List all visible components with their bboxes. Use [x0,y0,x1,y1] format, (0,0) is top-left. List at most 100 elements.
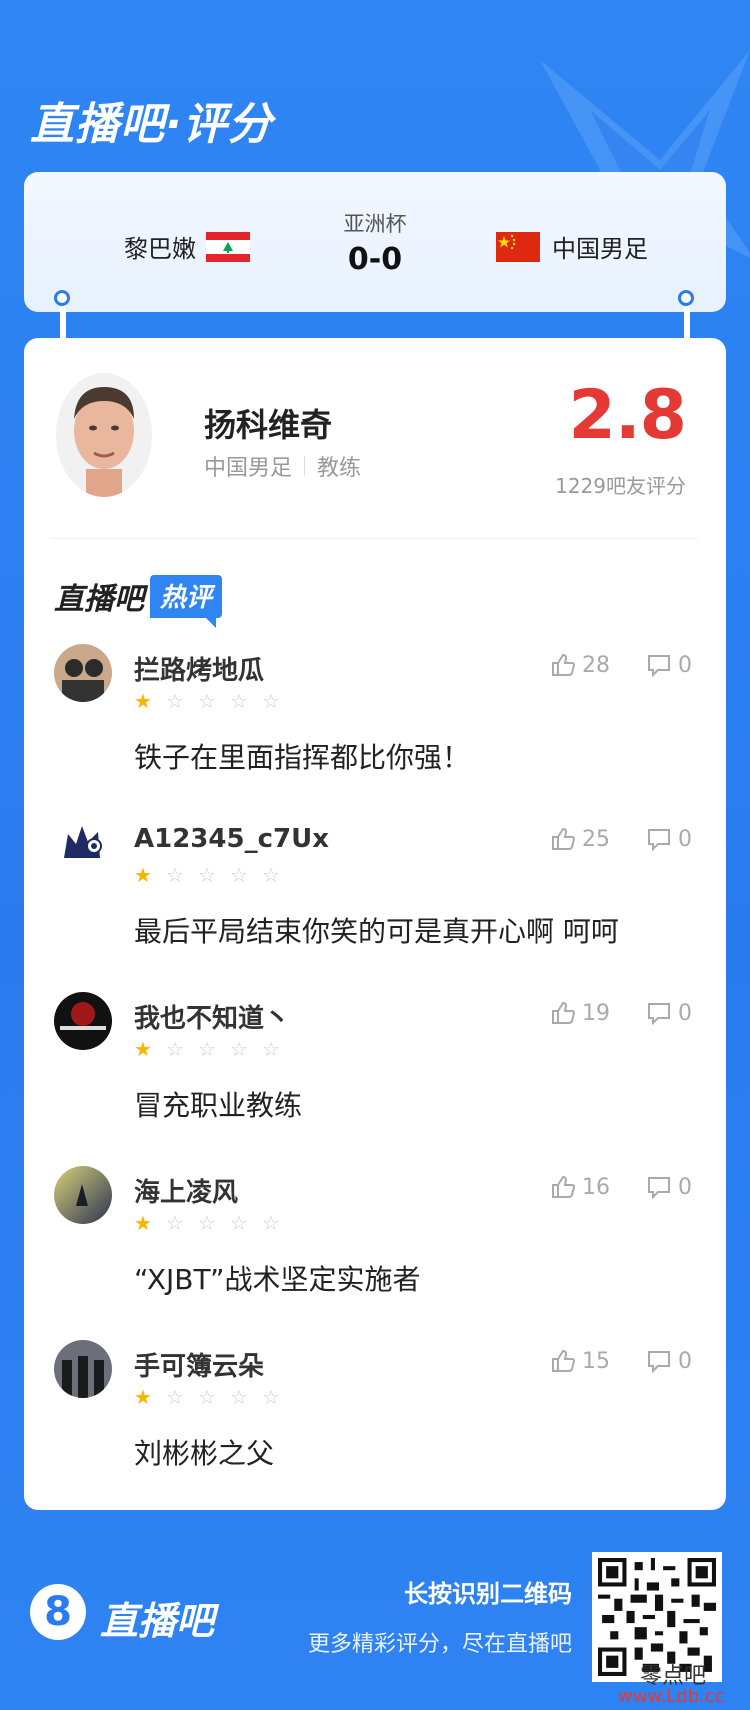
star-empty-icon: ☆ [262,863,280,887]
star-empty-icon: ☆ [262,1211,280,1235]
star-filled-icon: ★ [134,1037,152,1061]
comment-bubble-icon [648,1003,670,1026]
comment-bubble-icon [648,655,670,678]
star-empty-icon: ☆ [166,1211,184,1235]
like-button[interactable]: 15 [550,1348,610,1374]
star-empty-icon: ☆ [230,689,248,713]
coach-team: 中国男足 [204,456,293,481]
star-rating: ★ ☆ ☆ ☆ ☆ [134,1386,294,1408]
reply-count: 0 [678,652,692,678]
star-rating: ★ ☆ ☆ ☆ ☆ [134,1038,294,1060]
comment-text: “XJBT”战术坚定实施者 [134,1263,421,1296]
connector-dot [54,290,70,306]
like-button[interactable]: 19 [550,1000,610,1026]
match-card: 黎巴嫩 亚洲杯 0-0 中国男足 [24,172,726,312]
star-empty-icon: ☆ [166,863,184,887]
star-empty-icon: ☆ [230,863,248,887]
user-avatar[interactable] [54,1340,112,1398]
star-rating: ★ ☆ ☆ ☆ ☆ [134,1212,294,1234]
connector-dot [678,290,694,306]
user-avatar[interactable] [54,818,112,876]
footer-brand: 直播吧 [100,1599,215,1643]
comment-text: 刘彬彬之父 [134,1437,275,1470]
reply-count: 0 [678,826,692,852]
reply-count: 0 [678,1000,692,1026]
star-filled-icon: ★ [134,863,152,887]
comment-username[interactable]: 手可簿云朵 [134,1346,264,1383]
like-count: 25 [582,826,610,852]
watermark-url: www.Ldb.cc [618,1686,725,1707]
star-empty-icon: ☆ [198,863,216,887]
star-empty-icon: ☆ [198,1211,216,1235]
coach-name: 扬科维奇 [204,406,333,444]
rating-card: 扬科维奇 中国男足 教练 2.8 1229吧友评分 直播吧 热评 拦路烤地瓜 ★… [24,338,726,1510]
star-empty-icon: ☆ [198,1385,216,1409]
comment-text: 铁子在里面指挥都比你强！ [134,741,471,774]
comment-bubble-icon [648,1177,670,1200]
like-button[interactable]: 28 [550,652,610,678]
star-filled-icon: ★ [134,689,152,713]
china-flag-icon [496,231,540,262]
star-empty-icon: ☆ [166,689,184,713]
like-count: 28 [582,652,610,678]
coach-rating: 2.8 [568,376,687,455]
thumbs-up-icon [552,1349,576,1372]
star-empty-icon: ☆ [198,689,216,713]
star-empty-icon: ☆ [230,1037,248,1061]
star-empty-icon: ☆ [262,1385,280,1409]
star-empty-icon: ☆ [262,1037,280,1061]
star-empty-icon: ☆ [198,1037,216,1061]
comment-text: 冒充职业教练 [134,1089,303,1122]
thumbs-up-icon [552,1175,576,1198]
hot-title-text: 直播吧 [54,582,144,617]
reply-count: 0 [678,1174,692,1200]
like-count: 16 [582,1174,610,1200]
reply-button[interactable]: 0 [646,1348,692,1374]
user-avatar[interactable] [54,1166,112,1224]
star-empty-icon: ☆ [230,1385,248,1409]
like-count: 19 [582,1000,610,1026]
star-empty-icon: ☆ [230,1211,248,1235]
reply-button[interactable]: 0 [646,1174,692,1200]
rating-count: 1229吧友评分 [555,474,686,498]
user-avatar[interactable] [54,644,112,702]
reply-button[interactable]: 0 [646,1000,692,1026]
comment-item: A12345_c7Ux ★ ☆ ☆ ☆ ☆ 最后平局结束你笑的可是真开心啊 呵呵… [24,818,726,992]
away-team: 中国男足 [496,229,648,264]
meta-separator [304,456,306,476]
like-count: 15 [582,1348,610,1374]
coach-role: 教练 [317,456,362,481]
comment-item: 手可簿云朵 ★ ☆ ☆ ☆ ☆ 刘彬彬之父 15 0 [24,1340,726,1514]
divider [52,538,698,539]
comment-username[interactable]: A12345_c7Ux [134,824,329,854]
comment-username[interactable]: 海上凌风 [134,1172,238,1209]
page-title: 直播吧·评分 [30,99,273,150]
comment-username[interactable]: 我也不知道丶 [134,998,290,1035]
star-empty-icon: ☆ [166,1385,184,1409]
star-filled-icon: ★ [134,1211,152,1235]
reply-count: 0 [678,1348,692,1374]
thumbs-up-icon [552,827,576,850]
comment-username[interactable]: 拦路烤地瓜 [134,650,264,687]
comment-bubble-icon [648,1351,670,1374]
reply-button[interactable]: 0 [646,826,692,852]
star-filled-icon: ★ [134,1385,152,1409]
comment-text: 最后平局结束你笑的可是真开心啊 呵呵 [134,915,619,948]
like-button[interactable]: 25 [550,826,610,852]
comment-item: 拦路烤地瓜 ★ ☆ ☆ ☆ ☆ 铁子在里面指挥都比你强！ 28 0 [24,644,726,818]
away-team-name: 中国男足 [552,235,648,263]
like-button[interactable]: 16 [550,1174,610,1200]
star-empty-icon: ☆ [262,689,280,713]
footer-tagline: 更多精彩评分，尽在直播吧 [307,1632,572,1657]
coach-avatar [56,373,152,497]
footer-qr-hint: 长按识别二维码 [404,1580,572,1608]
user-avatar[interactable] [54,992,112,1050]
comment-item: 我也不知道丶 ★ ☆ ☆ ☆ ☆ 冒充职业教练 19 0 [24,992,726,1166]
thumbs-up-icon [552,653,576,676]
comment-item: 海上凌风 ★ ☆ ☆ ☆ ☆ “XJBT”战术坚定实施者 16 0 [24,1166,726,1340]
zhibo8-logo-icon: 8 [30,1584,86,1640]
star-rating: ★ ☆ ☆ ☆ ☆ [134,690,294,712]
hot-tag: 热评 [150,574,223,628]
reply-button[interactable]: 0 [646,652,692,678]
thumbs-up-icon [552,1001,576,1024]
